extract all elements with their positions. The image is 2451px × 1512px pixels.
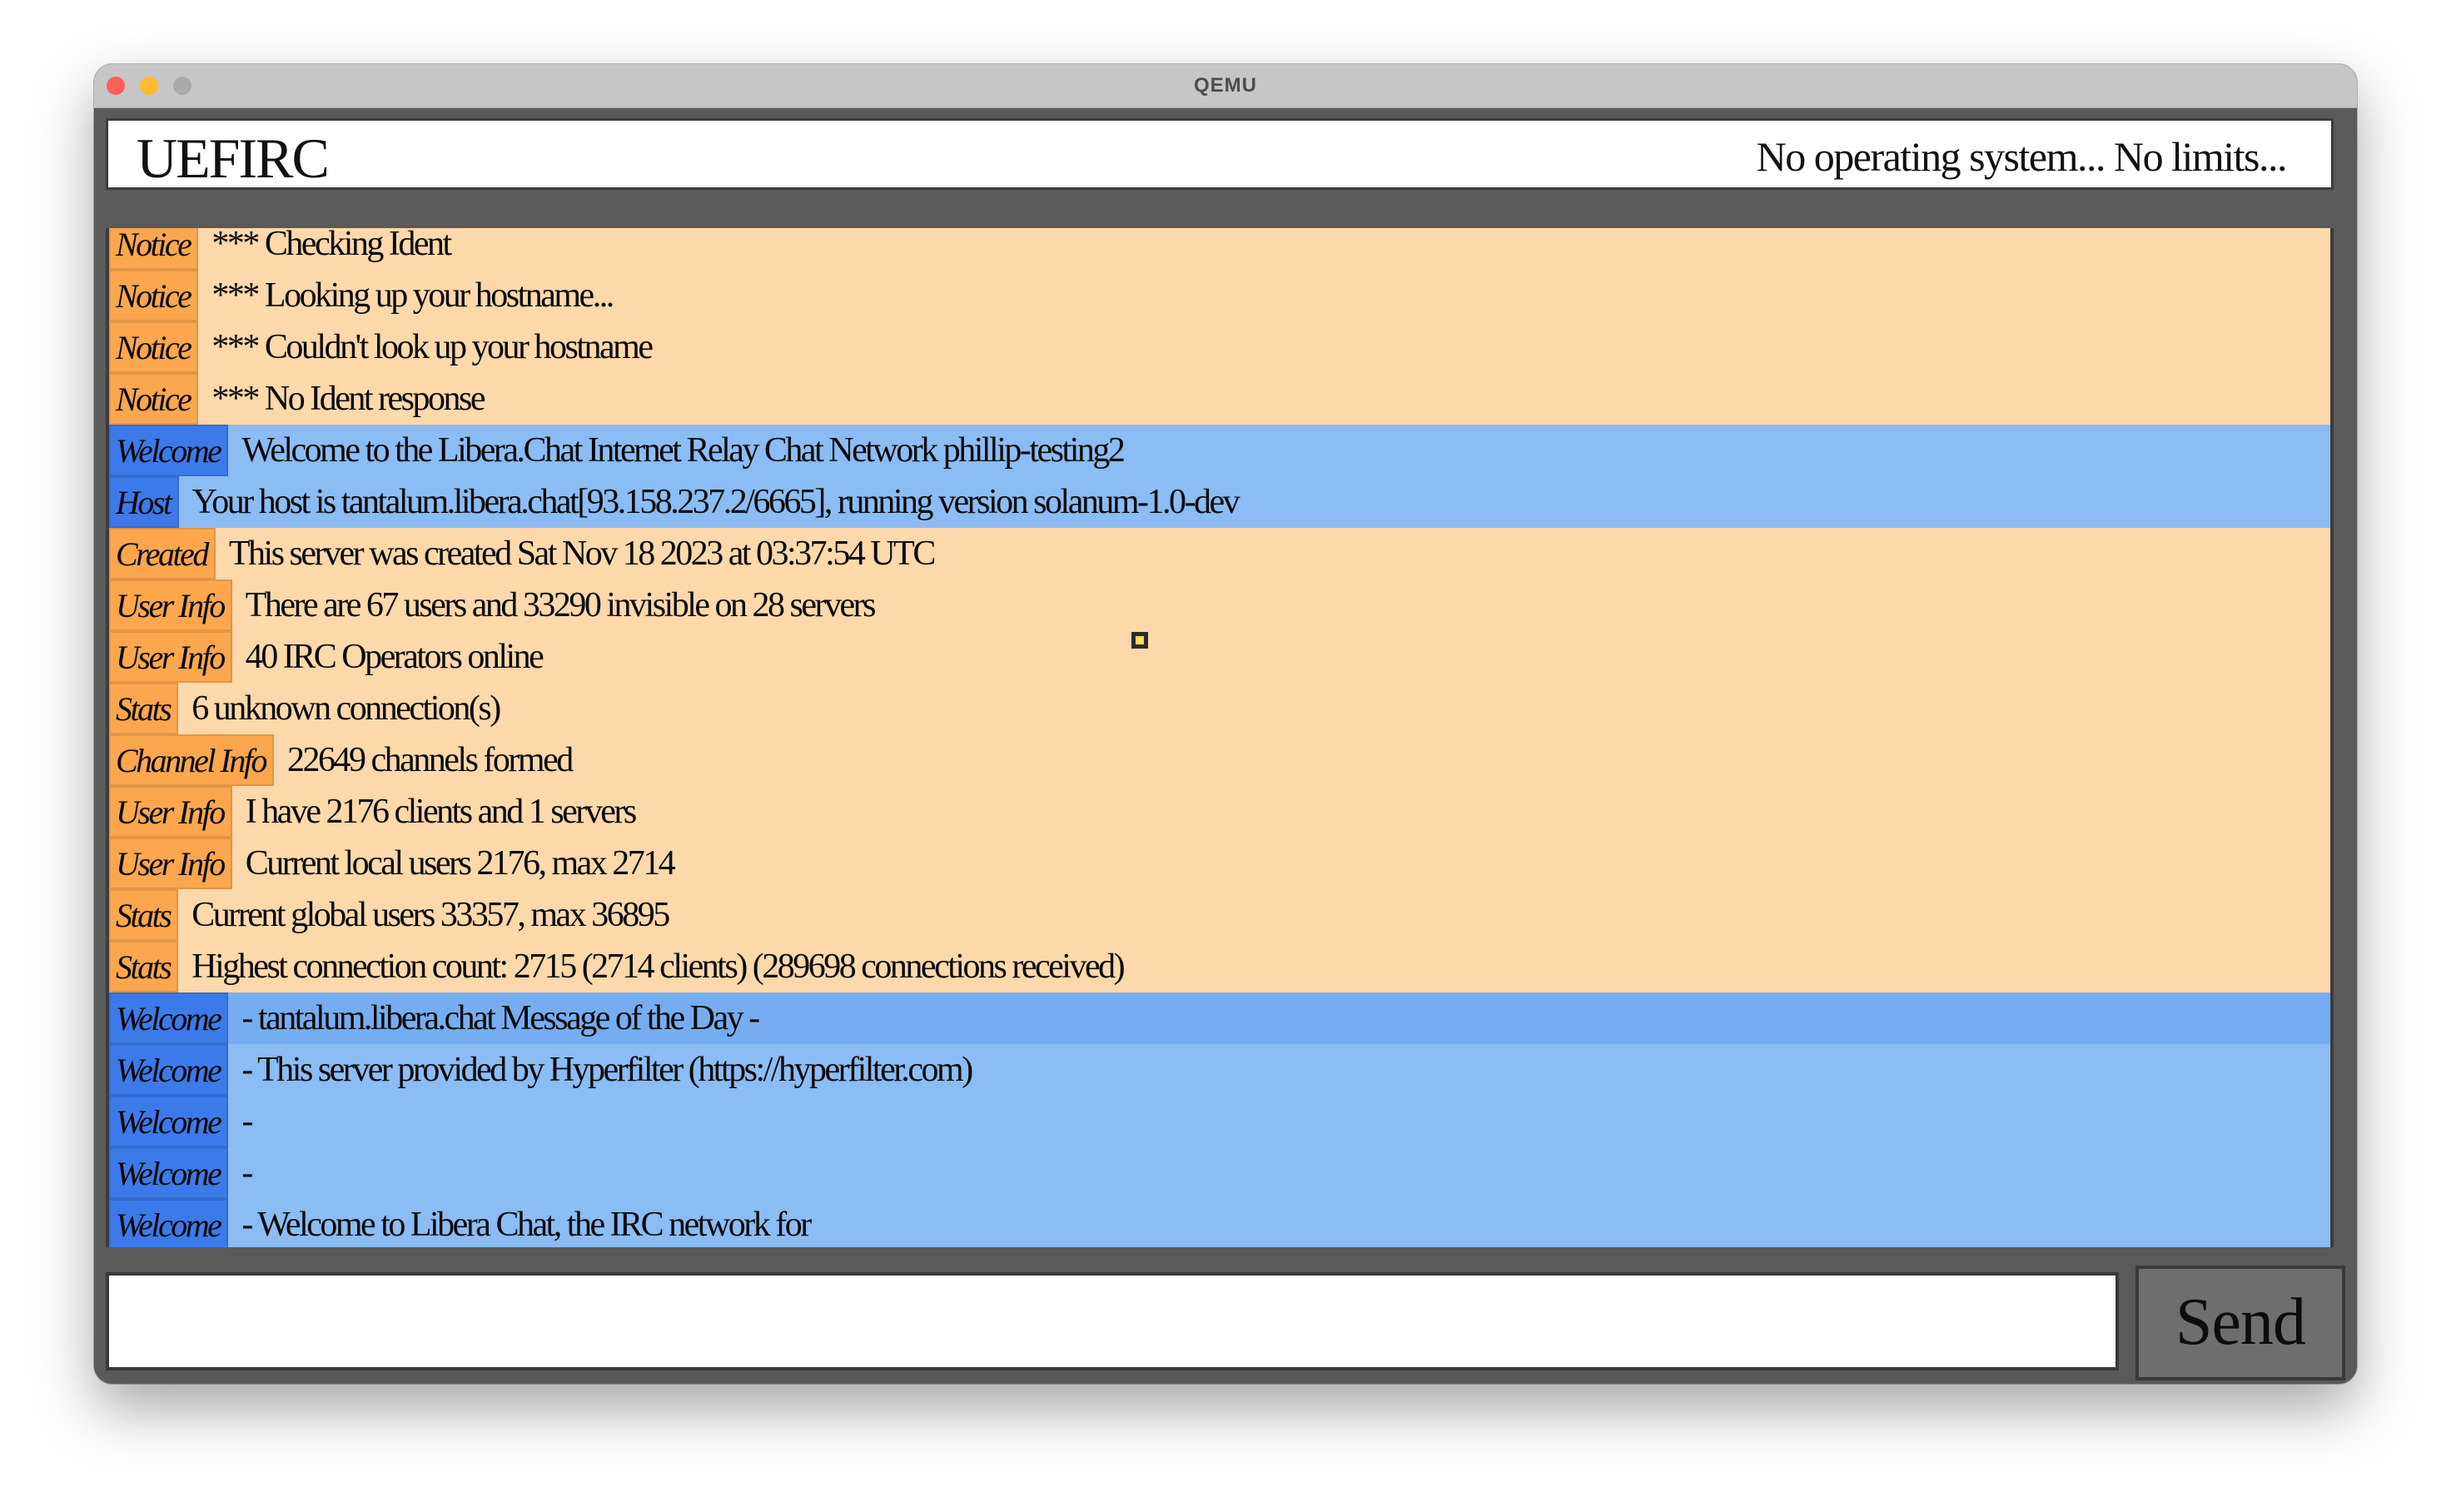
message-text: 6 unknown connection(s) — [191, 689, 501, 728]
app-title: UEFIRC — [137, 127, 330, 190]
message-row: Welcome - — [109, 1096, 2330, 1147]
title-bar[interactable]: QEMU — [94, 64, 2357, 108]
message-text: 22649 channels formed — [286, 741, 574, 779]
message-row: User Info There are 67 users and 33290 in… — [109, 579, 2330, 631]
message-type-badge: Channel Info — [109, 734, 274, 786]
message-type-badge: Welcome — [109, 992, 229, 1044]
message-text: *** Checking Ident — [211, 228, 452, 263]
message-log[interactable]: Notice *** Checking Ident Notice *** Lookin… — [106, 228, 2334, 1247]
message-text: - — [241, 1154, 253, 1192]
send-button[interactable]: Send — [2135, 1266, 2345, 1380]
message-text: I have 2176 clients and 1 servers — [245, 793, 638, 831]
message-input[interactable] — [106, 1272, 2119, 1370]
message-type-badge: Notice — [109, 228, 199, 270]
message-row: Notice *** Couldn't look up your hostname — [109, 321, 2330, 373]
message-text: *** Couldn't look up your hostname — [211, 328, 654, 366]
message-text: Highest connection count: 2715 (2714 cli… — [191, 947, 1125, 986]
message-type-badge: Created — [109, 528, 216, 579]
app-tagline: No operating system... No limits... — [1756, 133, 2288, 180]
message-text: There are 67 users and 33290 invisible o… — [245, 586, 877, 624]
message-row: User Info Current local users 2176, max 2… — [109, 838, 2330, 889]
message-row: User Info I have 2176 clients and 1 serve… — [109, 786, 2330, 838]
message-text: - This server provided by Hyperfilter (h… — [241, 1051, 973, 1089]
message-type-badge: Notice — [109, 321, 199, 373]
message-text: *** Looking up your hostname... — [211, 276, 614, 315]
message-type-badge: Welcome — [109, 1199, 229, 1247]
message-text: 40 IRC Operators online — [245, 638, 544, 676]
message-row: Welcome Welcome to the Libera.Chat Intern… — [109, 425, 2330, 476]
message-row: Welcome - This server provided by Hyperfi… — [109, 1044, 2330, 1096]
message-type-badge: Stats — [109, 889, 179, 941]
message-row: Stats Highest connection count: 2715 (271… — [109, 941, 2330, 992]
message-list: Notice *** Checking Ident Notice *** Lookin… — [109, 228, 2330, 1247]
message-type-badge: User Info — [109, 631, 232, 683]
message-text: Welcome to the Libera.Chat Internet Rela… — [241, 431, 1125, 470]
qemu-window: QEMU UEFIRC No operating system... No li… — [94, 64, 2357, 1384]
message-type-badge: Host — [109, 476, 179, 528]
message-row: Stats 6 unknown connection(s) — [109, 683, 2330, 734]
message-row: Channel Info 22649 channels formed — [109, 734, 2330, 786]
message-row: Welcome - tantalum.libera.chat Message of… — [109, 992, 2330, 1044]
message-row: Notice *** Looking up your hostname... — [109, 270, 2330, 321]
message-type-badge: User Info — [109, 579, 232, 631]
message-text: Current global users 33357, max 36895 — [191, 896, 670, 934]
message-row: User Info 40 IRC Operators online — [109, 631, 2330, 683]
message-text: - Welcome to Libera Chat, the IRC networ… — [241, 1206, 812, 1244]
message-type-badge: Welcome — [109, 1147, 229, 1199]
message-type-badge: Notice — [109, 373, 199, 425]
cursor-icon — [1131, 632, 1148, 649]
message-text: Your host is tantalum.libera.chat[93.158… — [191, 483, 1240, 521]
app-content: UEFIRC No operating system... No limits.… — [94, 108, 2357, 1384]
message-type-badge: Notice — [109, 270, 199, 321]
message-text: - — [241, 1102, 253, 1141]
message-type-badge: User Info — [109, 838, 232, 889]
message-row: Created This server was created Sat Nov 1… — [109, 528, 2330, 579]
message-text: - tantalum.libera.chat Message of the Da… — [241, 999, 760, 1037]
message-text: *** No Ident response — [211, 380, 485, 418]
message-row: Welcome - Welcome to Libera Chat, the IRC… — [109, 1199, 2330, 1247]
message-type-badge: Stats — [109, 941, 179, 992]
app-header: UEFIRC No operating system... No limits.… — [106, 118, 2334, 190]
message-text: Current local users 2176, max 2714 — [245, 844, 676, 883]
message-row: Notice *** No Ident response — [109, 373, 2330, 425]
message-type-badge: Welcome — [109, 1096, 229, 1147]
message-row: Notice *** Checking Ident — [109, 228, 2330, 270]
message-type-badge: Welcome — [109, 425, 229, 476]
window-title: QEMU — [1194, 74, 1257, 97]
message-row: Host Your host is tantalum.libera.chat[93… — [109, 476, 2330, 528]
message-type-badge: Stats — [109, 683, 179, 734]
message-type-badge: User Info — [109, 786, 232, 838]
message-type-badge: Welcome — [109, 1044, 229, 1096]
message-row: Welcome - — [109, 1147, 2330, 1199]
message-text: This server was created Sat Nov 18 2023 … — [228, 535, 936, 573]
message-row: Stats Current global users 33357, max 368… — [109, 889, 2330, 941]
